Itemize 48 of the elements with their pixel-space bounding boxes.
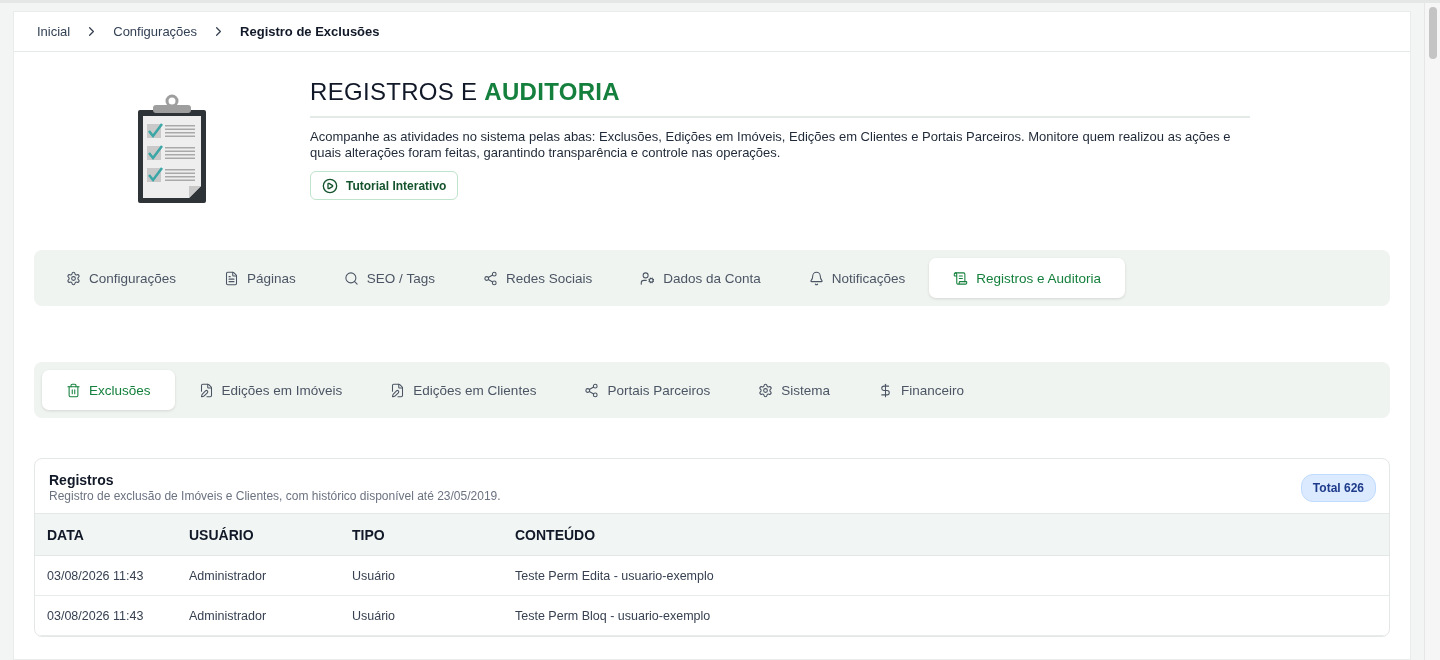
column-header: TIPO xyxy=(340,513,503,556)
edit-document-icon xyxy=(390,382,406,398)
page-title: REGISTROS E AUDITORIA xyxy=(310,78,1250,118)
tab[interactable]: SEO / Tags xyxy=(319,258,459,298)
document-icon xyxy=(224,270,240,286)
trash-icon xyxy=(66,382,81,398)
tab[interactable]: Sistema xyxy=(734,370,854,410)
tab[interactable]: Registros e Auditoria xyxy=(929,258,1125,298)
bell-icon xyxy=(808,270,824,286)
breadcrumb-link[interactable]: Inicial xyxy=(37,24,71,39)
play-icon xyxy=(322,177,338,194)
table-cell: Usuário xyxy=(340,595,503,636)
breadcrumb-link[interactable]: Configurações xyxy=(113,24,198,39)
table-cell: Teste Perm Edita - usuario-exemplo xyxy=(503,555,1389,596)
page-description: Acompanhe as atividades no sistema pelas abas: Exclusões, Edições em Imóveis, Edições em Clientes e Portais Parceiros. Monitore quem realizou as ações e quais alterações foram feitas, garantindo transparência e controle nas operações. xyxy=(310,129,1232,161)
share-icon xyxy=(584,382,600,398)
column-header: CONTEÚDO xyxy=(503,513,1389,556)
column-header: DATA xyxy=(35,513,177,556)
breadcrumb-link[interactable]: Registro de Exclusões xyxy=(240,24,380,39)
user-gear-icon xyxy=(640,270,656,286)
panel-subtitle: Registro de exclusão de Imóveis e Clientes, com histórico disponível até 23/05/2019. xyxy=(49,489,501,503)
table-cell: Usuário xyxy=(340,555,503,596)
table-cell: Administrador xyxy=(177,595,340,636)
tab[interactable]: Dados da Conta xyxy=(616,258,785,298)
share-icon xyxy=(482,270,498,286)
tab[interactable]: Edições em Clientes xyxy=(366,370,561,410)
column-header: USUÁRIO xyxy=(177,513,340,556)
total-badge: Total 626 xyxy=(1300,473,1376,502)
gear-icon xyxy=(66,270,81,286)
table-cell: 03/08/2026 11:43 xyxy=(35,595,177,636)
tab[interactable]: Portais Parceiros xyxy=(560,370,735,410)
tutorial-button[interactable]: Tutorial Interativo xyxy=(310,171,459,200)
scrollbar[interactable] xyxy=(1424,3,1440,660)
gear-icon xyxy=(758,382,774,398)
tab[interactable]: Edições em Imóveis xyxy=(174,370,367,410)
tab[interactable]: Financeiro xyxy=(853,370,988,410)
search-icon xyxy=(343,270,359,286)
tab[interactable]: Notificações xyxy=(784,258,930,298)
scroll-icon xyxy=(953,270,969,286)
tab[interactable]: Páginas xyxy=(200,258,320,298)
tab[interactable]: Configurações xyxy=(42,258,201,298)
table-cell: 03/08/2026 11:43 xyxy=(35,555,177,596)
panel-title: Registros xyxy=(49,472,115,488)
tab[interactable]: Exclusões xyxy=(42,370,175,410)
tab[interactable]: Redes Sociais xyxy=(458,258,617,298)
edit-document-icon xyxy=(198,382,214,398)
table-cell: Teste Perm Bloq - usuario-exemplo xyxy=(503,595,1389,636)
table-cell: Administrador xyxy=(177,555,340,596)
